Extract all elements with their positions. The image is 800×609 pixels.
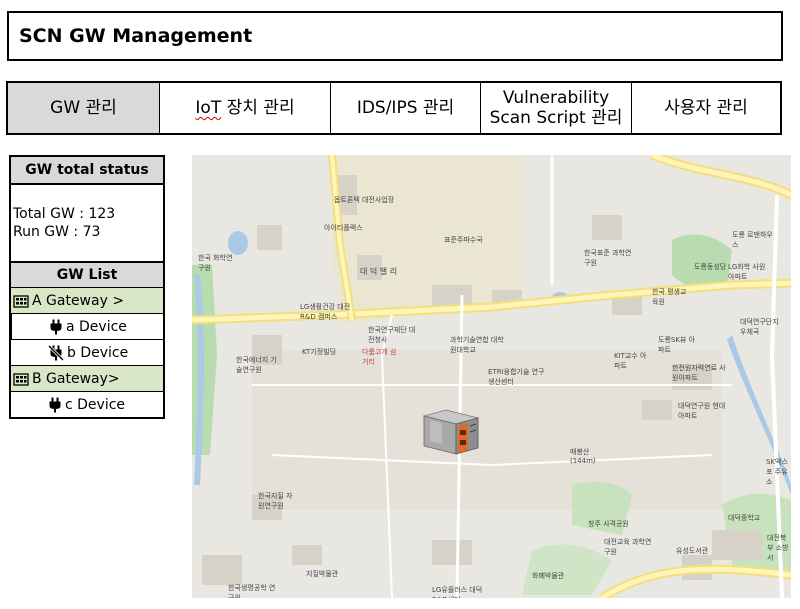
map-label: 대덕연구단지 우체국: [740, 318, 779, 336]
gateway-building-icon: [13, 294, 29, 308]
map-label: KT기정빌딩: [302, 348, 337, 356]
tab-ids-ips-label: IDS/IPS 관리: [356, 98, 455, 118]
device-a-cell: a Device: [11, 314, 163, 339]
map-label: LG생활건강 대전R&D 캠퍼스: [300, 303, 351, 321]
gw-list-heading: GW List: [11, 263, 163, 288]
map-label: ETRI융합기술 연구생산센터: [488, 368, 545, 386]
map-label: 한국지질 자원연구원: [258, 492, 293, 510]
app-title-bar: SCN GW Management: [7, 11, 783, 61]
map-label: 대덕중학교: [728, 514, 761, 522]
device-b-label: b Device: [67, 344, 129, 361]
map-label: 한국 평생교육원: [652, 288, 687, 306]
tab-ids-ips-management[interactable]: IDS/IPS 관리: [331, 83, 481, 133]
plug-connected-icon: [48, 397, 62, 413]
device-item-c[interactable]: c Device: [11, 392, 163, 417]
device-c-cell: c Device: [11, 392, 163, 417]
gateway-a-label: A Gateway >: [32, 292, 125, 309]
map-label: 한국생명공학 연구원: [228, 584, 276, 598]
map-label: 다룸고개 삼거리: [362, 348, 397, 366]
map-label: 대전교육 과학연구원: [604, 538, 652, 556]
iot-label-rest: 장치 관리: [221, 98, 295, 118]
map-label: LG유플러스 대덕R&D센터: [432, 586, 483, 598]
tab-gw-management[interactable]: GW 관리: [8, 83, 160, 133]
device-b-cell: b Device: [11, 340, 163, 365]
main-tab-bar: GW 관리 IoT 장치 관리 IDS/IPS 관리 Vulnerability…: [6, 81, 782, 135]
plug-disconnected-icon: [48, 344, 64, 361]
device-a-label: a Device: [66, 318, 127, 335]
device-item-b[interactable]: b Device: [11, 340, 163, 366]
gateway-building-icon: [13, 372, 29, 386]
map-label: 한국표준 과학연구원: [584, 249, 632, 267]
gw-side-panel: GW total status Total GW : 123 Run GW : …: [9, 155, 165, 419]
gw-total-status-heading: GW total status: [11, 157, 163, 185]
tab-iot-device-management-label: IoT 장치 관리: [195, 98, 294, 118]
map-label: 한국 화학연구원: [198, 254, 233, 272]
map-label: LG화학 사원아파트: [728, 263, 766, 281]
map-label: 창주 사격공원: [588, 520, 629, 528]
gw-list-title: GW List: [56, 267, 118, 283]
tab-iot-device-management[interactable]: IoT 장치 관리: [160, 83, 331, 133]
tab-vuln-label-line2: Scan Script 관리: [489, 108, 623, 128]
plug-connected-icon: [49, 319, 63, 335]
map-label: 옵트론텍 대전사업장: [334, 196, 395, 204]
gateway-location-map[interactable]: 옵트론텍 대전사업장 아이티플렉스 한국 화학연구원 대 덕 밸 리 표준주파수…: [192, 155, 791, 598]
iot-label-prefix: IoT: [195, 98, 222, 118]
map-label: 대 덕 밸 리: [360, 267, 398, 276]
map-label: KIT교수 아파트: [614, 352, 647, 370]
map-label: 도룡SK뷰 아파트: [658, 336, 696, 354]
total-gw-count: Total GW : 123: [13, 206, 116, 222]
map-label: 도룡 로덴하우스: [732, 231, 773, 249]
device-item-a[interactable]: a Device: [11, 314, 163, 340]
map-label: 대전북부 소방서: [767, 534, 789, 562]
map-label: 아이티플렉스: [324, 224, 363, 232]
gateway-item-a[interactable]: A Gateway >: [11, 288, 163, 314]
app-title: SCN GW Management: [19, 25, 253, 47]
gw-total-status-title: GW total status: [25, 162, 149, 178]
tab-vuln-label-line1: Vulnerability: [502, 88, 610, 108]
map-label: 매봉산 (144m): [570, 448, 596, 465]
tab-vulnerability-scan-script[interactable]: Vulnerability Scan Script 관리: [481, 83, 632, 133]
map-label: 한국연구재단 대전청사: [368, 326, 416, 344]
map-label: 한전원자력연료 사원아파트: [672, 364, 726, 382]
map-label: 도룡동성당: [694, 263, 727, 271]
tab-user-management-label: 사용자 관리: [664, 98, 748, 118]
map-label: 대덕연구원 현대아파트: [678, 402, 726, 420]
gateway-device-icon: [422, 409, 480, 455]
map-label: 한국에너지 기술연구원: [236, 356, 277, 374]
gw-status-body: Total GW : 123 Run GW : 73: [11, 185, 163, 263]
map-label: SK엑스포 주유소: [766, 458, 788, 486]
map-label: 지질박물관: [306, 570, 339, 578]
tab-gw-management-label: GW 관리: [50, 98, 117, 118]
gateway-b-label: B Gateway>: [32, 370, 120, 387]
tab-user-management[interactable]: 사용자 관리: [632, 83, 780, 133]
map-label: 과학기술연합 대학원대학교: [450, 336, 504, 354]
gateway-item-b[interactable]: B Gateway>: [11, 366, 163, 392]
device-c-label: c Device: [65, 396, 126, 413]
map-label: 화폐박물관: [532, 572, 565, 580]
map-label: 표준주파수국: [444, 236, 483, 244]
run-gw-count: Run GW : 73: [13, 224, 101, 240]
gateway-marker[interactable]: [420, 408, 482, 460]
map-label: 유성도서관: [676, 547, 709, 555]
